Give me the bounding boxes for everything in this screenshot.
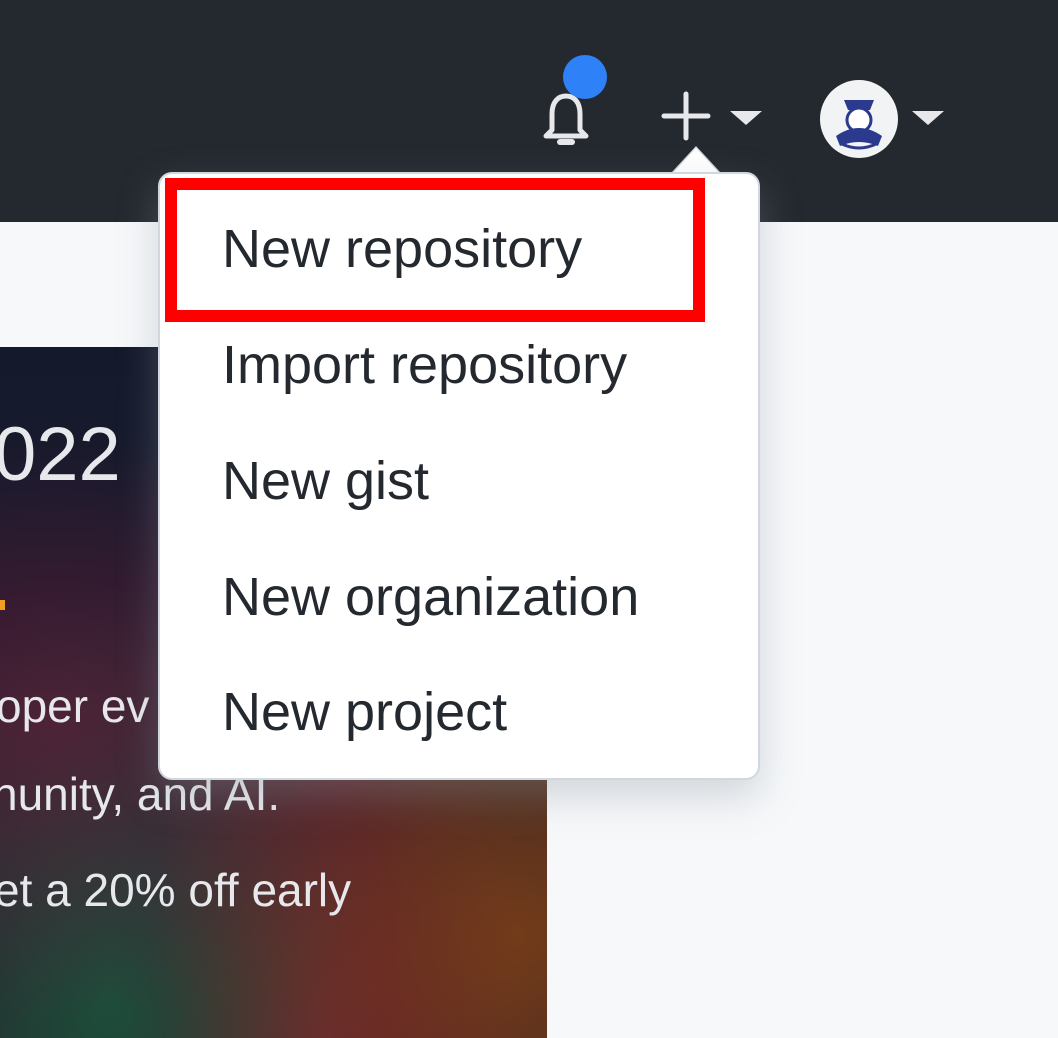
dropdown-pointer (672, 148, 720, 174)
menu-item-new-repository[interactable]: New repository (222, 216, 582, 282)
menu-item-new-organization[interactable]: New organization (222, 564, 639, 630)
notification-indicator (563, 55, 607, 99)
page: 022 oper ev nunity, and AI. et a 20% off… (0, 0, 1058, 1038)
avatar (820, 80, 898, 158)
menu-item-new-project[interactable]: New project (222, 679, 507, 745)
plus-icon (661, 91, 711, 141)
caret-down-icon (730, 111, 762, 125)
promo-line-3: et a 20% off early (0, 864, 352, 916)
user-menu-button[interactable] (818, 76, 948, 160)
promo-accent-mark (0, 600, 5, 610)
promo-line-1: oper ev (0, 680, 150, 732)
caret-down-icon (912, 111, 944, 125)
menu-item-new-gist[interactable]: New gist (222, 448, 429, 514)
promo-year: 022 (0, 412, 121, 497)
menu-item-import-repository[interactable]: Import repository (222, 332, 627, 398)
create-new-button[interactable] (656, 86, 766, 146)
